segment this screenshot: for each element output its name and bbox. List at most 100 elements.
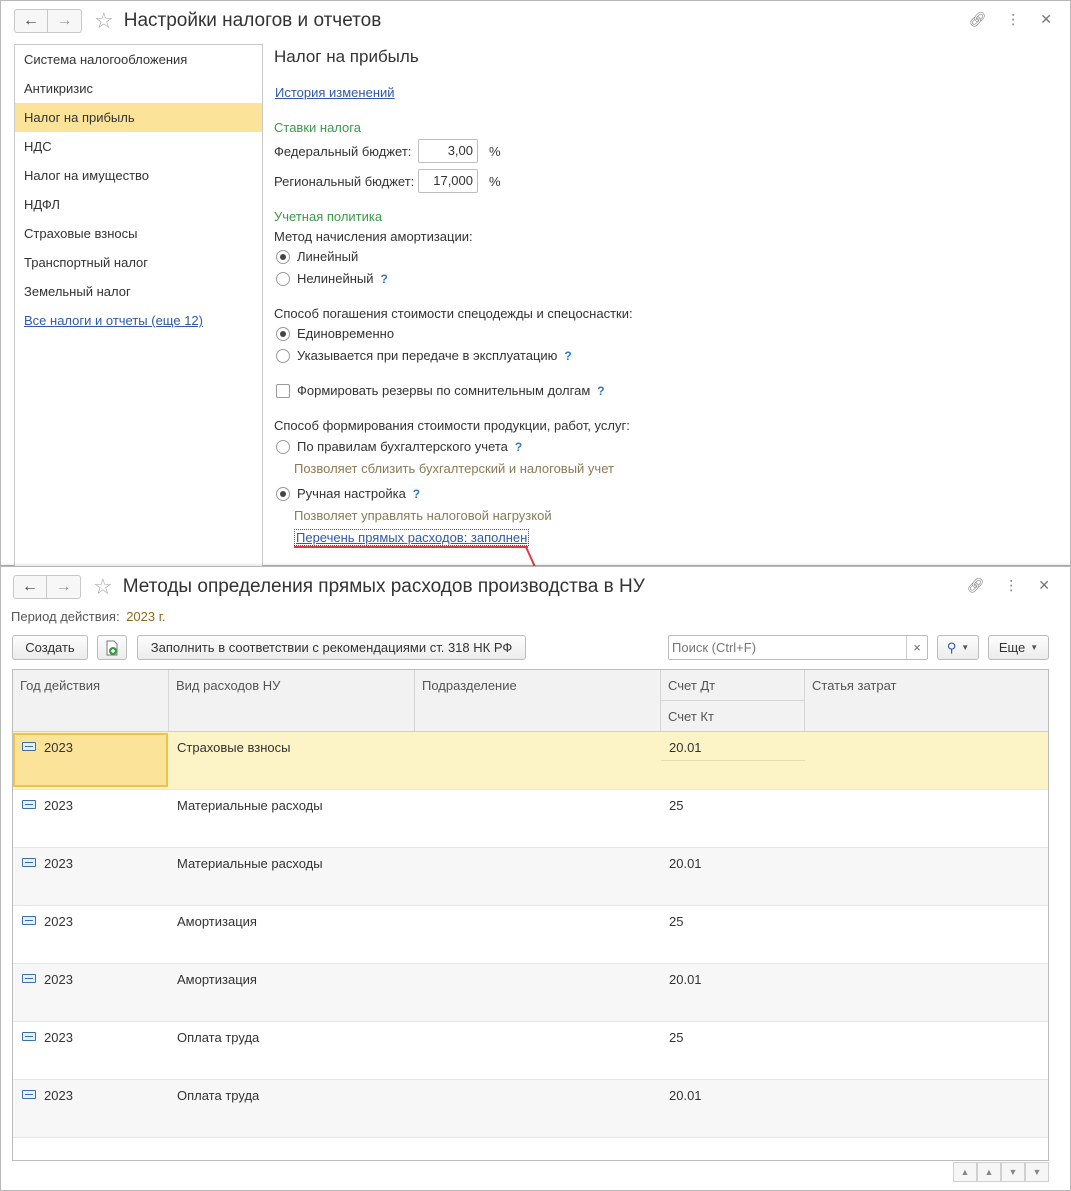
radio-dot[interactable] [276,439,290,454]
table-row[interactable]: 2023 Материальные расходы 20.01 [13,848,1048,906]
radio-nonlinear[interactable]: Нелинейный ? [276,271,388,286]
radio-dot[interactable] [276,271,290,286]
create-button[interactable]: Создать [12,635,88,660]
radio-dot[interactable] [276,348,290,363]
radio-dot[interactable] [276,486,290,501]
link-icon[interactable]: 🔗︎ [966,577,984,594]
search-box: × [668,635,928,660]
radio-dot[interactable] [276,249,290,264]
table-row[interactable]: 2023 Амортизация 25 [13,906,1048,964]
reserves-checkbox[interactable]: Формировать резервы по сомнительным долг… [276,383,605,398]
sidebar-item[interactable]: Страховые взносы [15,219,262,248]
policy-header: Учетная политика [274,209,383,224]
radio-dot[interactable] [276,326,290,341]
sidebar-item[interactable]: Налог на прибыль [15,103,262,132]
table-row[interactable]: 2023 Страховые взносы 20.01 [13,732,1048,790]
cell-year[interactable]: 2023 [44,798,73,813]
cell-year[interactable]: 2023 [44,740,73,755]
page-up-icon[interactable]: ▲ [977,1162,1001,1182]
add-document-button[interactable] [97,635,127,660]
col-type[interactable]: Вид расходов НУ [169,670,415,731]
close-icon[interactable]: ✕ [1038,577,1050,594]
table-row[interactable]: 2023 Амортизация 20.01 [13,964,1048,1022]
cell-type[interactable]: Оплата труда [177,1088,259,1103]
close-icon[interactable]: ✕ [1040,11,1052,28]
link-icon[interactable]: 🔗︎ [968,11,986,28]
cell-year[interactable]: 2023 [44,972,73,987]
window-titlebar: ← → ☆ Настройки налогов и отчетов 🔗︎ ⋮ ✕ [1,1,1070,41]
sidebar-item[interactable]: НДФЛ [15,190,262,219]
search-options-button[interactable]: ⚲ ▼ [937,635,979,660]
cell-dt[interactable]: 20.01 [669,1088,702,1103]
history-link[interactable]: История изменений [275,85,395,100]
sidebar-item[interactable]: НДС [15,132,262,161]
help-icon[interactable]: ? [515,440,522,454]
sidebar-item[interactable]: Антикризис [15,74,262,103]
col-dt[interactable]: Счет Дт [661,670,805,701]
cell-year[interactable]: 2023 [44,1030,73,1045]
document-add-icon [106,640,118,655]
all-taxes-link[interactable]: Все налоги и отчеты (еще 12) [24,313,203,328]
fill-recommendations-button[interactable]: Заполнить в соответствии с рекомендациям… [137,635,526,660]
col-year[interactable]: Год действия [13,670,169,731]
forward-button[interactable]: → [47,575,81,599]
sidebar-item[interactable]: Налог на имущество [15,161,262,190]
cell-dt[interactable]: 25 [669,1030,683,1045]
help-icon[interactable]: ? [597,384,604,398]
period-value: 2023 г. [126,609,166,624]
manual-hint: Позволяет управлять налоговой нагрузкой [294,508,552,523]
radio-spec-transfer[interactable]: Указывается при передаче в эксплуатацию … [276,348,572,363]
col-cost-item[interactable]: Статья затрат [805,670,1048,731]
first-page-icon[interactable]: ▲ [953,1162,977,1182]
cell-dt[interactable]: 20.01 [669,740,702,755]
more-vert-icon[interactable]: ⋮ [1006,11,1020,28]
radio-acc-rules[interactable]: По правилам бухгалтерского учета ? [276,439,522,454]
help-icon[interactable]: ? [564,349,571,363]
sidebar-item[interactable]: Земельный налог [15,277,262,306]
cell-dt[interactable]: 25 [669,914,683,929]
cell-type[interactable]: Страховые взносы [177,740,290,755]
regional-rate-input[interactable]: 17,000 [418,169,478,193]
cell-type[interactable]: Материальные расходы [177,856,323,871]
cell-type[interactable]: Амортизация [177,914,257,929]
col-dept[interactable]: Подразделение [415,670,661,731]
checkbox-box[interactable] [276,383,290,398]
table-row[interactable]: 2023 Оплата труда 25 [13,1022,1048,1080]
forward-button[interactable]: → [48,9,82,33]
radio-manual[interactable]: Ручная настройка ? [276,486,420,501]
federal-rate-input[interactable]: 3,00 [418,139,478,163]
sidebar-item[interactable]: Система налогообложения [15,45,262,74]
table-row[interactable]: 2023 Оплата труда 20.01 [13,1080,1048,1138]
clear-search-icon[interactable]: × [906,636,927,659]
favorite-star-icon[interactable]: ☆ [93,576,113,598]
page-down-icon[interactable]: ▼ [1001,1162,1025,1182]
favorite-star-icon[interactable]: ☆ [94,10,114,32]
radio-manual-label: Ручная настройка [297,486,406,501]
cell-type[interactable]: Оплата труда [177,1030,259,1045]
cell-type[interactable]: Материальные расходы [177,798,323,813]
help-icon[interactable]: ? [413,487,420,501]
cell-dt[interactable]: 20.01 [669,856,702,871]
col-kt[interactable]: Счет Кт [661,701,805,731]
direct-costs-link[interactable]: Перечень прямых расходов: заполнен [294,529,530,546]
last-page-icon[interactable]: ▼ [1025,1162,1049,1182]
help-icon[interactable]: ? [381,272,388,286]
radio-spec-once[interactable]: Единовременно [276,326,394,341]
cell-dt[interactable]: 20.01 [669,972,702,987]
more-vert-icon[interactable]: ⋮ [1004,577,1018,594]
record-icon [22,742,36,751]
back-button[interactable]: ← [14,9,48,33]
radio-linear[interactable]: Линейный [276,249,358,264]
more-button[interactable]: Еще ▼ [988,635,1049,660]
cell-dt[interactable]: 25 [669,798,683,813]
table-row[interactable]: 2023 Материальные расходы 25 [13,790,1048,848]
search-icon: ⚲ [946,639,957,655]
cell-year[interactable]: 2023 [44,914,73,929]
cell-year[interactable]: 2023 [44,856,73,871]
cell-year[interactable]: 2023 [44,1088,73,1103]
sidebar-item[interactable]: Транспортный налог [15,248,262,277]
period-label: Период действия: [11,609,120,624]
search-input[interactable] [669,636,906,659]
back-button[interactable]: ← [13,575,47,599]
cell-type[interactable]: Амортизация [177,972,257,987]
